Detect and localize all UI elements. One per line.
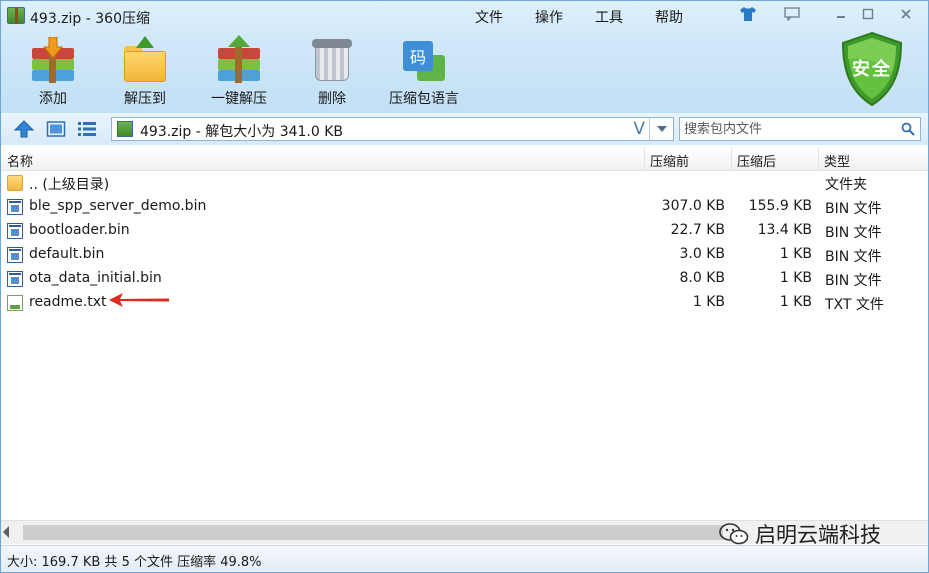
one-click-extract-label: 一键解压 <box>211 91 267 107</box>
file-type: 文件夹 <box>825 177 867 193</box>
one-click-extract-icon <box>216 35 262 83</box>
scrollbar-thumb[interactable] <box>23 525 723 540</box>
file-type: BIN 文件 <box>825 201 882 217</box>
file-size-after: 1 KB <box>779 294 812 310</box>
extract-to-button[interactable]: 解压到 <box>117 36 173 109</box>
file-name: ble_spp_server_demo.bin <box>29 198 207 214</box>
toolbar-band: 493.zip - 360压缩 文件 操作 工具 帮助 添加 解压到 一键解压 … <box>1 1 928 113</box>
add-button[interactable]: 添加 <box>25 37 81 109</box>
file-size-before: 1 KB <box>692 294 725 310</box>
file-list: 名称 压缩前 压缩后 类型 .. (上级目录) 文件夹 ble_spp_serv… <box>1 147 928 520</box>
file-size-before: 307.0 KB <box>661 198 725 214</box>
column-size-before[interactable]: 压缩前 <box>650 151 689 170</box>
minimize-icon[interactable] <box>829 4 853 24</box>
one-click-extract-button[interactable]: 一键解压 <box>207 35 271 109</box>
list-item-file[interactable]: ble_spp_server_demo.bin 307.0 KB 155.9 K… <box>1 195 928 219</box>
zip-archive-icon <box>117 121 133 137</box>
delete-button[interactable]: 删除 <box>304 37 360 109</box>
app-zip-icon <box>7 7 25 24</box>
list-item-file[interactable]: bootloader.bin 22.7 KB 13.4 KB BIN 文件 <box>1 219 928 243</box>
delete-label: 删除 <box>318 91 346 107</box>
list-item-file[interactable]: ota_data_initial.bin 8.0 KB 1 KB BIN 文件 <box>1 267 928 291</box>
up-level-icon[interactable] <box>13 119 35 139</box>
file-name: readme.txt <box>29 294 107 310</box>
file-size-after: 1 KB <box>779 246 812 262</box>
file-name: ota_data_initial.bin <box>29 270 162 286</box>
language-pack-button[interactable]: 码 压缩包语言 <box>387 37 461 109</box>
file-size-after: 13.4 KB <box>757 222 812 238</box>
thumbnail-view-icon[interactable] <box>45 119 67 139</box>
file-size-before: 22.7 KB <box>670 222 725 238</box>
file-name: bootloader.bin <box>29 222 130 238</box>
annotation-arrow-icon <box>109 293 169 307</box>
address-v-icon[interactable]: V <box>633 119 645 139</box>
maximize-icon[interactable] <box>856 4 880 24</box>
menu-tools[interactable]: 工具 <box>595 7 623 27</box>
file-name: default.bin <box>29 246 105 262</box>
column-type[interactable]: 类型 <box>824 151 850 170</box>
list-item-parent-dir[interactable]: .. (上级目录) 文件夹 <box>1 171 928 195</box>
search-icon[interactable] <box>898 120 918 138</box>
app-window: 493.zip - 360压缩 文件 操作 工具 帮助 添加 解压到 一键解压 … <box>0 0 929 573</box>
scroll-left-icon[interactable] <box>3 526 9 538</box>
list-item-file[interactable]: default.bin 3.0 KB 1 KB BIN 文件 <box>1 243 928 267</box>
feedback-icon[interactable] <box>781 5 803 23</box>
extract-to-label: 解压到 <box>124 91 166 107</box>
file-name: .. (上级目录) <box>29 177 110 193</box>
window-title: 493.zip - 360压缩 <box>30 11 150 27</box>
bin-file-icon <box>7 271 23 287</box>
add-label: 添加 <box>39 91 67 107</box>
menu-operate[interactable]: 操作 <box>535 7 563 27</box>
close-icon[interactable] <box>894 4 918 24</box>
bin-file-icon <box>7 247 23 263</box>
watermark: 启明云端科技 <box>719 521 881 547</box>
title-bar: 493.zip - 360压缩 文件 操作 工具 帮助 <box>1 1 928 31</box>
folder-icon <box>7 175 23 191</box>
skin-shirt-icon[interactable] <box>737 5 759 23</box>
security-shield-icon[interactable]: 安全 <box>839 31 905 107</box>
bin-file-icon <box>7 199 23 215</box>
column-name[interactable]: 名称 <box>7 151 33 170</box>
trash-icon <box>309 37 355 83</box>
wechat-icon <box>719 523 749 545</box>
menu-help[interactable]: 帮助 <box>655 7 683 27</box>
file-size-before: 3.0 KB <box>679 246 726 262</box>
file-type: TXT 文件 <box>825 297 884 313</box>
address-bar[interactable]: 493.zip - 解包大小为 341.0 KB V <box>111 117 674 141</box>
file-type: BIN 文件 <box>825 225 882 241</box>
column-size-after[interactable]: 压缩后 <box>737 151 776 170</box>
extract-folder-icon <box>122 36 168 83</box>
column-header: 名称 压缩前 压缩后 类型 <box>1 147 928 171</box>
menu-file[interactable]: 文件 <box>475 7 503 27</box>
status-text: 大小: 169.7 KB 共 5 个文件 压缩率 49.8% <box>7 555 262 570</box>
search-box[interactable] <box>679 117 921 141</box>
address-path: 493.zip - 解包大小为 341.0 KB <box>140 124 344 140</box>
add-archive-icon <box>30 37 76 83</box>
address-dropdown-button[interactable] <box>649 118 673 140</box>
txt-file-icon <box>7 295 23 311</box>
file-type: BIN 文件 <box>825 249 882 265</box>
list-view-icon[interactable] <box>76 119 98 139</box>
language-pack-label: 压缩包语言 <box>389 91 459 107</box>
file-type: BIN 文件 <box>825 273 882 289</box>
file-size-before: 8.0 KB <box>679 270 726 286</box>
search-input[interactable] <box>684 120 892 138</box>
address-row: 493.zip - 解包大小为 341.0 KB V <box>1 113 928 145</box>
security-badge-text: 安全 <box>852 59 892 80</box>
status-bar: 大小: 169.7 KB 共 5 个文件 压缩率 49.8% <box>1 545 928 572</box>
file-size-after: 1 KB <box>779 270 812 286</box>
language-icon: 码 <box>401 37 447 83</box>
file-size-after: 155.9 KB <box>748 198 812 214</box>
bin-file-icon <box>7 223 23 239</box>
